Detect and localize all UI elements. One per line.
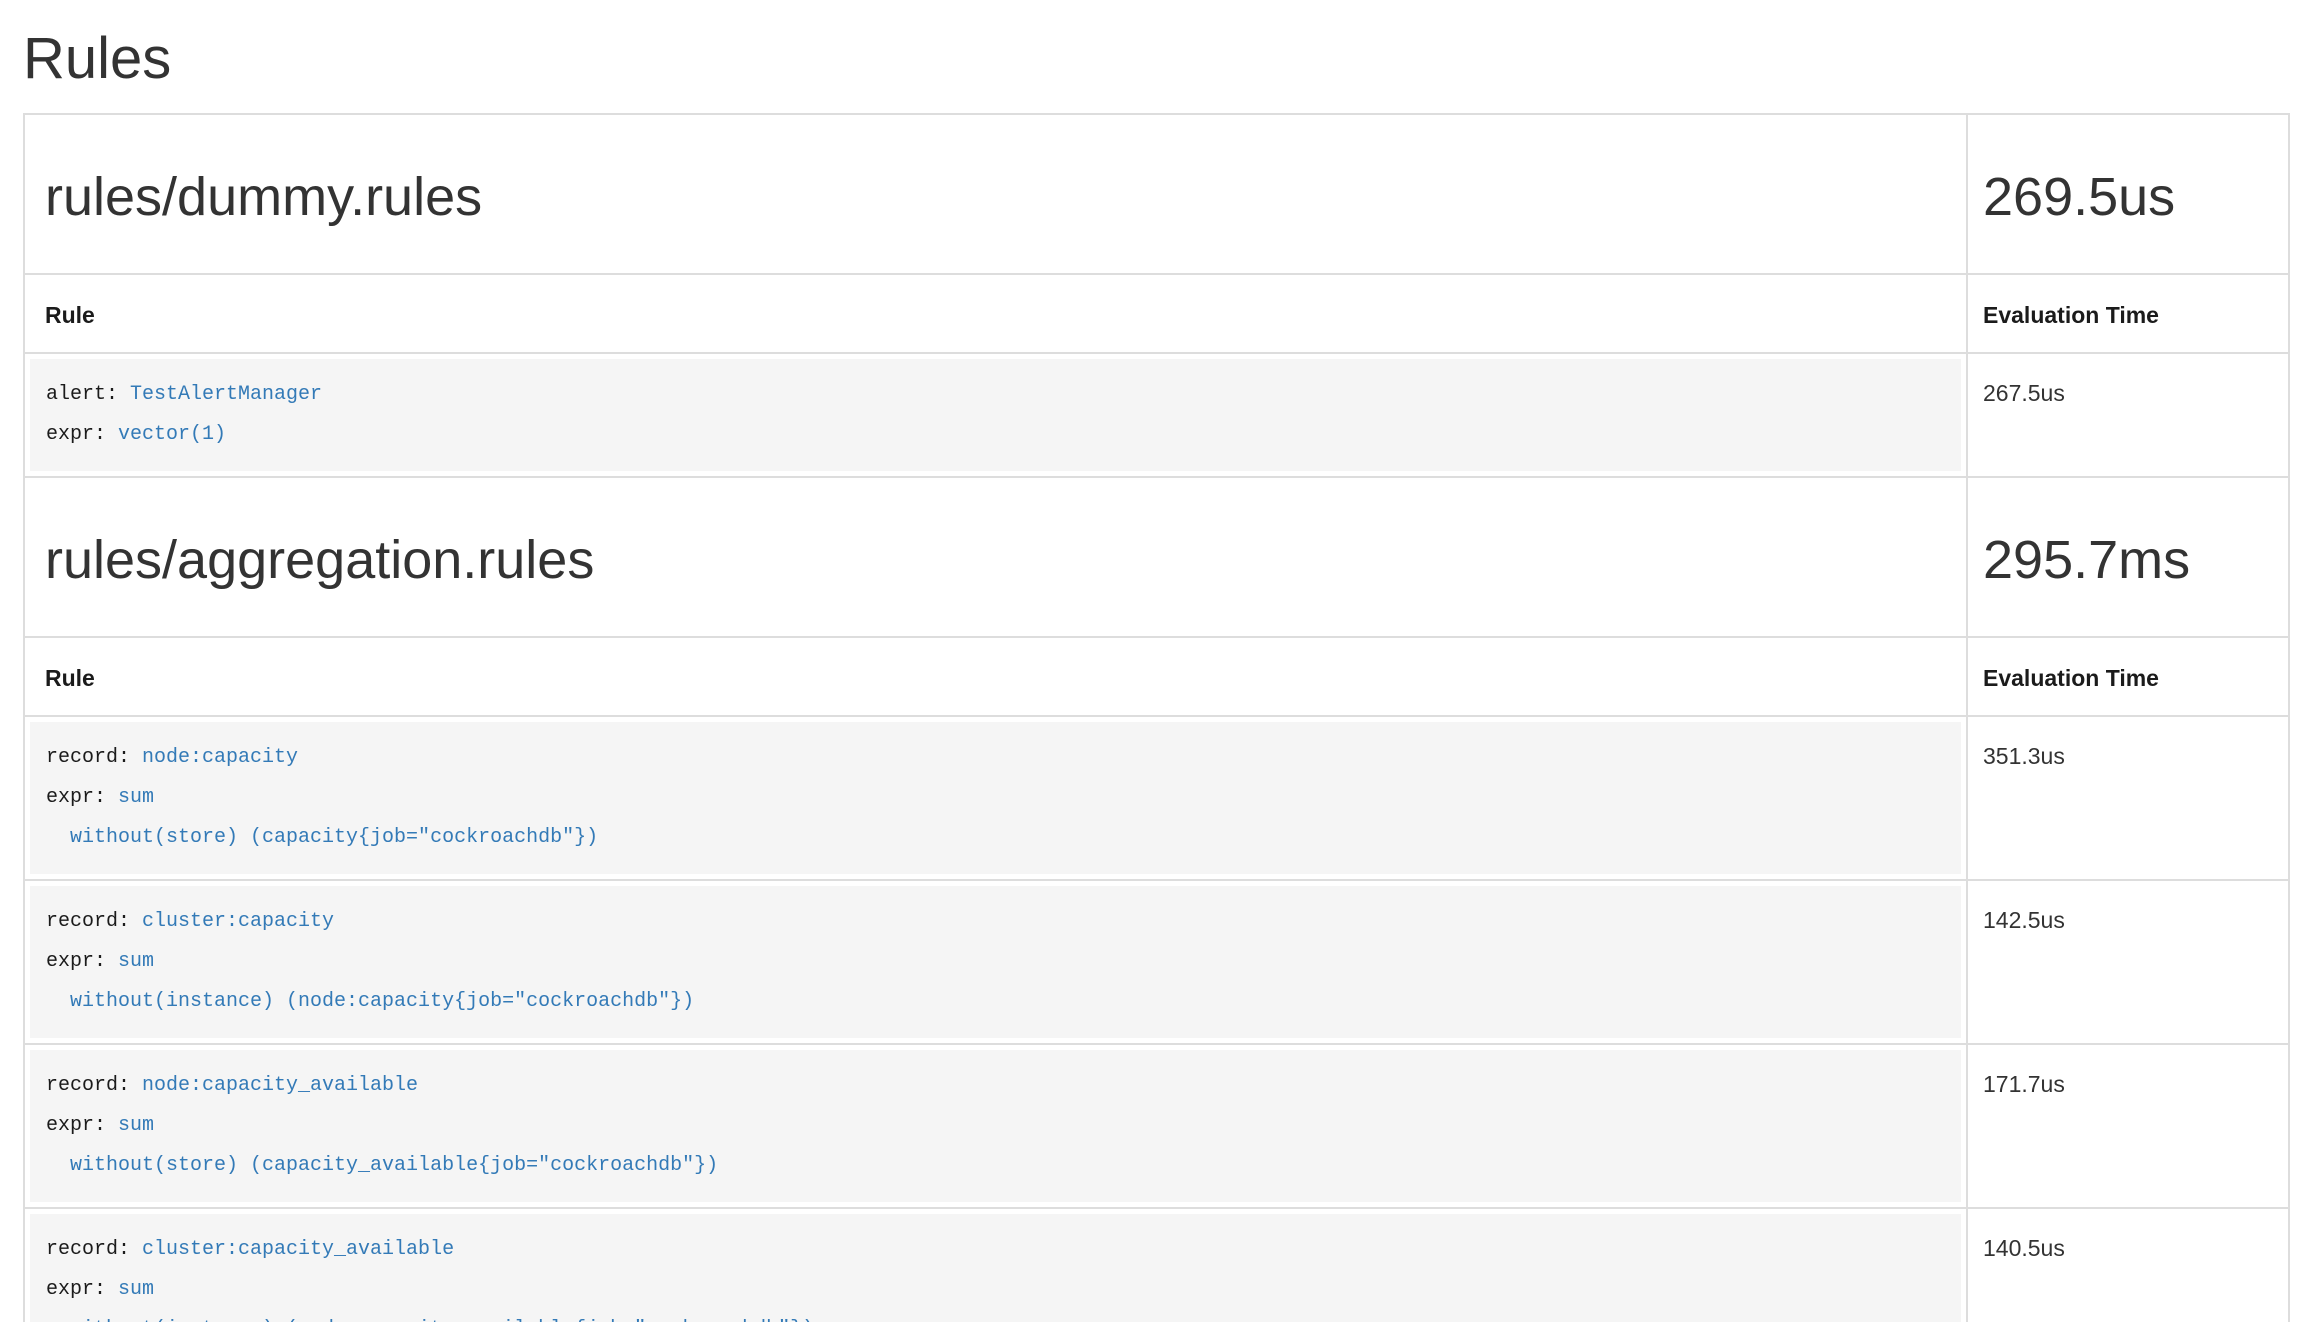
eval-time-cell: 171.7us: [1967, 1044, 2289, 1208]
group-file-title: rules/aggregation.rules: [45, 530, 1946, 590]
group-eval-time: 295.7ms: [1983, 530, 2273, 590]
expr-label: expr:: [46, 423, 106, 446]
expr-label: expr:: [46, 950, 106, 973]
alert-name-link[interactable]: TestAlertManager: [130, 383, 322, 406]
group-eval-cell: 295.7ms: [1967, 477, 2289, 637]
column-header-row: Rule Evaluation Time: [24, 274, 2289, 353]
eval-col-header: Evaluation Time: [1967, 274, 2289, 353]
group-eval-cell: 269.5us: [1967, 114, 2289, 274]
record-name-link[interactable]: cluster:capacity: [142, 910, 334, 933]
rules-table: rules/dummy.rules 269.5us Rule Evaluatio…: [23, 113, 2290, 1322]
rule-expr-link[interactable]: sum without(instance) (node:capacity{job…: [46, 950, 694, 1013]
eval-time-cell: 267.5us: [1967, 353, 2289, 477]
eval-time-cell: 140.5us: [1967, 1208, 2289, 1322]
group-eval-time: 269.5us: [1983, 167, 2273, 227]
rule-kind-label: record:: [46, 746, 130, 769]
expr-label: expr:: [46, 786, 106, 809]
page-title: Rules: [23, 27, 2290, 91]
rule-row: alert: TestAlertManager expr: vector(1) 26…: [24, 353, 2289, 477]
record-name-link[interactable]: cluster:capacity_available: [142, 1238, 454, 1261]
group-file-cell: rules/dummy.rules: [24, 114, 1967, 274]
rule-row: record: cluster:capacity_available expr:s…: [24, 1208, 2289, 1322]
group-file-title: rules/dummy.rules: [45, 167, 1946, 227]
record-name-link[interactable]: node:capacity: [142, 746, 298, 769]
eval-time-value: 351.3us: [1983, 743, 2065, 769]
rule-kind-label: record:: [46, 1238, 130, 1261]
rule-cell: record: cluster:capacity_available expr:s…: [24, 1208, 1967, 1322]
group-header-row: rules/dummy.rules 269.5us: [24, 114, 2289, 274]
rule-col-header: Rule: [24, 274, 1967, 353]
rule-expr-link[interactable]: sum without(store) (capacity_available{j…: [46, 1114, 718, 1177]
rules-page: Rules rules/dummy.rules 269.5us Rule Eva…: [23, 27, 2290, 1322]
rule-cell: alert: TestAlertManager expr: vector(1): [24, 353, 1967, 477]
rule-definition: alert: TestAlertManager expr: vector(1): [30, 359, 1961, 471]
rule-cell: record: cluster:capacity expr:sum without…: [24, 880, 1967, 1044]
rule-cell: record: node:capacity_available expr:sum …: [24, 1044, 1967, 1208]
rule-kind-label: record:: [46, 1074, 130, 1097]
record-name-link[interactable]: node:capacity_available: [142, 1074, 418, 1097]
eval-col-header: Evaluation Time: [1967, 637, 2289, 716]
rule-definition: record: node:capacity expr:sum without(st…: [30, 722, 1961, 874]
rule-expr-link[interactable]: vector(1): [118, 423, 226, 446]
eval-time-value: 140.5us: [1983, 1235, 2065, 1261]
group-file-cell: rules/aggregation.rules: [24, 477, 1967, 637]
expr-label: expr:: [46, 1114, 106, 1137]
rule-kind-label: record:: [46, 910, 130, 933]
column-header-row: Rule Evaluation Time: [24, 637, 2289, 716]
eval-time-value: 267.5us: [1983, 380, 2065, 406]
rule-row: record: node:capacity expr:sum without(st…: [24, 716, 2289, 880]
rule-expr-link[interactable]: sum without(instance) (node:capacity_ava…: [46, 1278, 814, 1322]
rule-col-header: Rule: [24, 637, 1967, 716]
rule-row: record: node:capacity_available expr:sum …: [24, 1044, 2289, 1208]
group-header-row: rules/aggregation.rules 295.7ms: [24, 477, 2289, 637]
eval-time-value: 142.5us: [1983, 907, 2065, 933]
rule-expr-link[interactable]: sum without(store) (capacity{job="cockro…: [46, 786, 598, 849]
eval-time-value: 171.7us: [1983, 1071, 2065, 1097]
rule-cell: record: node:capacity expr:sum without(st…: [24, 716, 1967, 880]
rule-definition: record: cluster:capacity expr:sum without…: [30, 886, 1961, 1038]
eval-time-cell: 351.3us: [1967, 716, 2289, 880]
eval-time-cell: 142.5us: [1967, 880, 2289, 1044]
rule-definition: record: cluster:capacity_available expr:s…: [30, 1214, 1961, 1322]
rule-row: record: cluster:capacity expr:sum without…: [24, 880, 2289, 1044]
rule-kind-label: alert:: [46, 383, 118, 406]
expr-label: expr:: [46, 1278, 106, 1301]
rule-definition: record: node:capacity_available expr:sum …: [30, 1050, 1961, 1202]
